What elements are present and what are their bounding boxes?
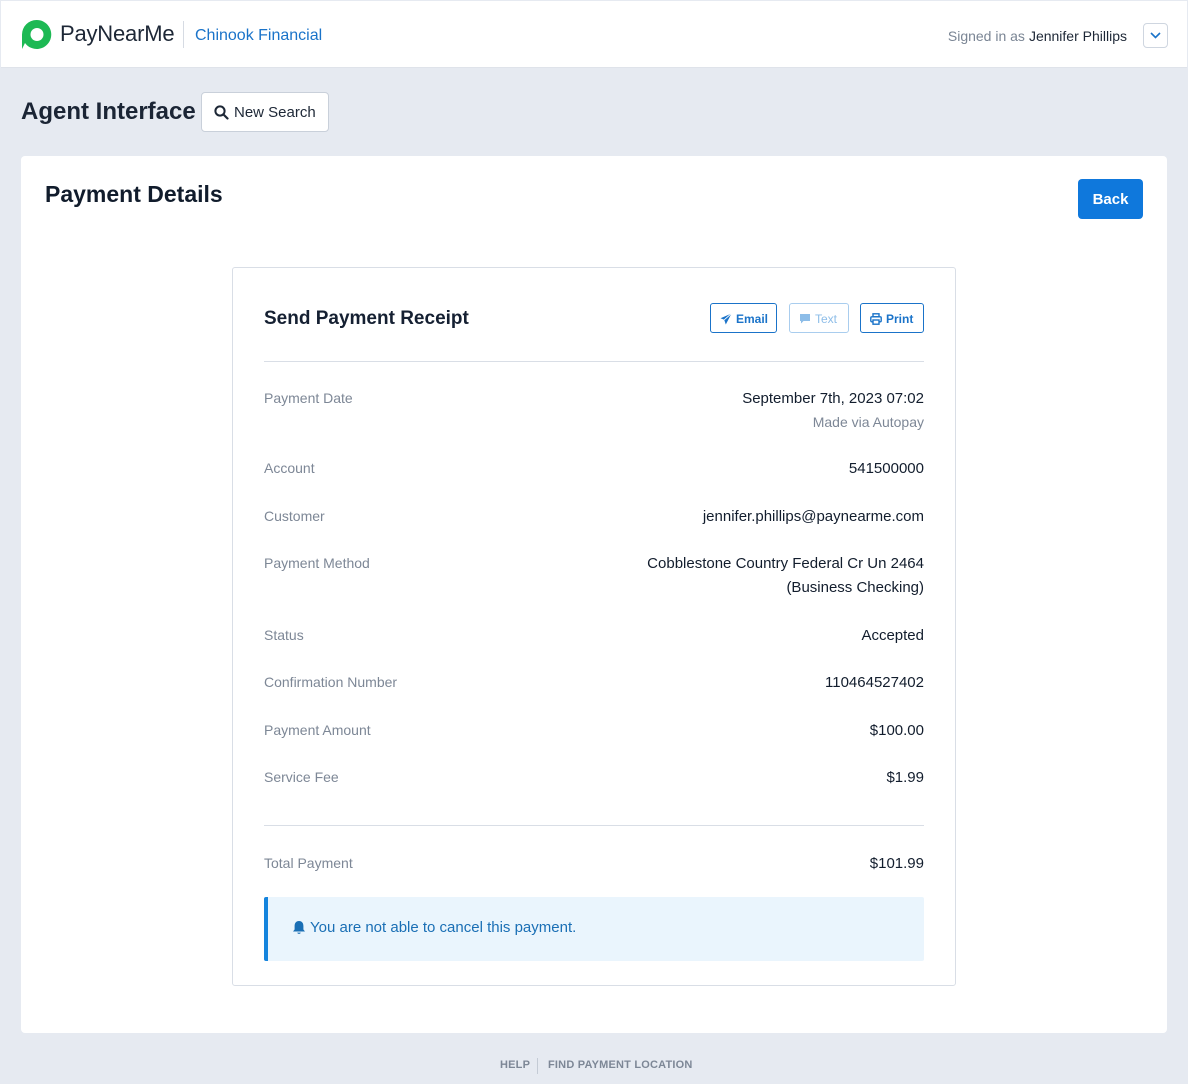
email-receipt-button[interactable]: Email — [710, 303, 777, 333]
top-bar: PayNearMe Chinook Financial Signed in as… — [1, 1, 1187, 68]
text-receipt-button[interactable]: Text — [789, 303, 849, 333]
user-menu-dropdown[interactable] — [1143, 23, 1168, 48]
service-fee-value: $1.99 — [886, 769, 924, 786]
agent-interface-title: Agent Interface — [21, 98, 196, 125]
receipt-divider-top — [264, 361, 924, 362]
brand-name: PayNearMe — [60, 21, 175, 46]
payment-amount-value: $100.00 — [869, 722, 924, 739]
payment-method-type: (Business Checking) — [786, 579, 924, 596]
find-payment-location-link[interactable]: FIND PAYMENT LOCATION — [548, 1059, 693, 1071]
chevron-down-icon — [1150, 32, 1161, 39]
paper-plane-icon — [720, 313, 732, 325]
footer-divider — [537, 1058, 538, 1074]
detail-label: Customer — [264, 508, 325, 524]
client-name[interactable]: Chinook Financial — [195, 27, 322, 45]
detail-label: Confirmation Number — [264, 674, 398, 690]
confirmation-number-value: 110464527402 — [825, 674, 924, 691]
comment-icon — [800, 314, 810, 324]
signed-in-status: Signed in as Jennifer Phillips — [948, 28, 1127, 44]
payment-method-value: Cobblestone Country Federal Cr Un 2464 (… — [647, 552, 924, 600]
back-button[interactable]: Back — [1078, 179, 1143, 219]
new-search-label: New Search — [234, 104, 316, 121]
detail-label: Payment Method — [264, 555, 370, 571]
paynearme-logo-icon[interactable] — [21, 19, 52, 50]
signed-in-label: Signed in as — [947, 28, 1025, 44]
detail-label: Payment Amount — [264, 722, 371, 738]
customer-value: jennifer.phillips@paynearme.com — [702, 508, 924, 525]
account-value: 541500000 — [848, 460, 924, 477]
header-divider — [183, 21, 184, 48]
help-link[interactable]: HELP — [500, 1059, 530, 1071]
printer-icon — [870, 313, 882, 325]
new-search-button[interactable]: New Search — [201, 92, 329, 132]
cancel-notice-alert: You are not able to cancel this payment. — [264, 897, 924, 961]
payment-receipt-panel: Send Payment Receipt Email Text Print Pa… — [232, 267, 956, 986]
print-label: Print — [886, 312, 914, 326]
page-title: Payment Details — [45, 181, 223, 207]
cancel-notice-text: You are not able to cancel this payment. — [310, 919, 577, 936]
total-payment-value: $101.99 — [869, 855, 924, 872]
receipt-title: Send Payment Receipt — [264, 308, 469, 329]
footer: HELP FIND PAYMENT LOCATION — [0, 1058, 1188, 1074]
payment-date-value: September 7th, 2023 07:02 — [742, 390, 924, 407]
print-receipt-button[interactable]: Print — [860, 303, 924, 333]
detail-label: Total Payment — [264, 855, 353, 871]
text-label: Text — [815, 312, 838, 326]
user-name: Jennifer Phillips — [1028, 28, 1127, 44]
payment-method-name: Cobblestone Country Federal Cr Un 2464 — [647, 555, 924, 572]
status-value: Accepted — [861, 627, 924, 644]
detail-label: Service Fee — [264, 769, 339, 785]
email-label: Email — [736, 312, 769, 326]
search-icon — [214, 105, 229, 120]
payment-details-card: Payment Details Back Send Payment Receip… — [21, 156, 1167, 1033]
detail-label: Status — [264, 627, 304, 643]
detail-label: Payment Date — [264, 390, 353, 406]
detail-value: September 7th, 2023 07:02 Made via Autop… — [742, 387, 924, 433]
bell-icon — [293, 921, 305, 934]
autopay-note: Made via Autopay — [812, 414, 924, 430]
receipt-divider-bottom — [264, 825, 924, 826]
detail-label: Account — [264, 460, 315, 476]
